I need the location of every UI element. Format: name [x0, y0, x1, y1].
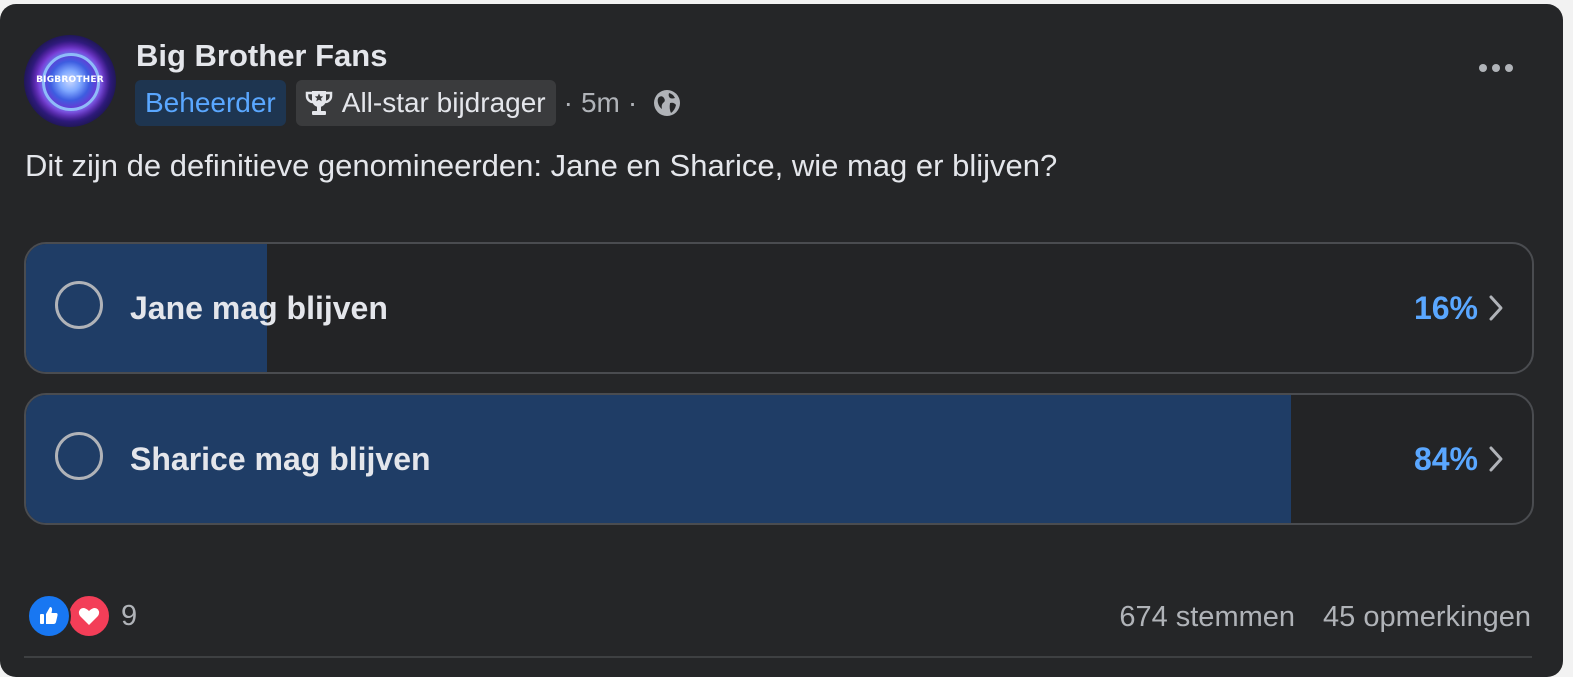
reaction-count: 9 [121, 599, 138, 632]
divider [24, 656, 1532, 658]
comments-count[interactable]: 45 opmerkingen [1323, 601, 1531, 634]
page-avatar[interactable]: BIGBROTHER [24, 35, 116, 127]
poll-option-label: Jane mag blijven [130, 289, 388, 326]
trophy-icon [305, 91, 333, 115]
meta-separator: · [563, 87, 573, 118]
all-star-badge[interactable]: All-star bijdrager [295, 80, 556, 126]
poll-option-percent: 84% [1413, 440, 1478, 477]
votes-count[interactable]: 674 stemmen [1119, 601, 1295, 634]
reactions-summary[interactable]: 9 [27, 594, 137, 638]
post-meta: Beheerder All-star bijdrager · 5m · [135, 80, 681, 126]
admin-badge[interactable]: Beheerder [135, 80, 286, 126]
poll-option-percent: 16% [1413, 289, 1478, 326]
page-name[interactable]: Big Brother Fans [136, 38, 387, 74]
all-star-label: All-star bijdrager [341, 87, 546, 118]
chevron-right-icon [1489, 295, 1503, 321]
globe-icon [653, 89, 681, 117]
poll-option-jane[interactable]: Jane mag blijven 16% [24, 242, 1534, 374]
post-time[interactable]: 5m [581, 87, 620, 119]
chevron-right-icon [1489, 446, 1503, 472]
poll-option-sharice[interactable]: Sharice mag blijven 84% [24, 393, 1534, 525]
post-text: Dit zijn de definitieve genomineerden: J… [25, 148, 1058, 183]
radio-button[interactable] [55, 281, 103, 329]
more-options-icon[interactable] [1479, 64, 1513, 72]
post-card: BIGBROTHER Big Brother Fans Beheerder Al… [0, 4, 1563, 677]
avatar-logo-text: BIGBROTHER [36, 75, 104, 85]
radio-button[interactable] [55, 432, 103, 480]
poll-option-label: Sharice mag blijven [130, 440, 431, 477]
like-icon [27, 594, 71, 638]
post-stats: 674 stemmen 45 opmerkingen [1119, 594, 1531, 640]
meta-separator: · [627, 87, 638, 118]
love-icon [67, 594, 111, 638]
